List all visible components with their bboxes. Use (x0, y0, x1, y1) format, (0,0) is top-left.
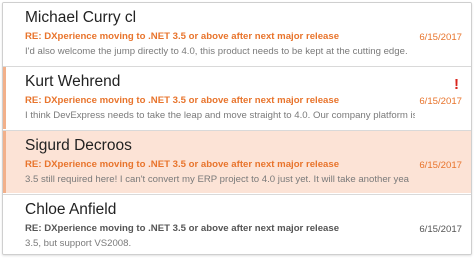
message-date: 6/15/2017 (419, 32, 462, 43)
message-date: 6/15/2017 (419, 96, 462, 107)
message-date: 6/15/2017 (419, 160, 462, 171)
message-row-kurt-wehrend[interactable]: Kurt Wehrend ! RE: DXperience moving to … (3, 67, 471, 129)
message-subject: RE: DXperience moving to .NET 3.5 or abo… (25, 159, 340, 170)
message-date: 6/15/2017 (419, 224, 462, 235)
message-row-chloe-anfield[interactable]: Chloe Anfield RE: DXperience moving to .… (3, 195, 471, 254)
message-subject: RE: DXperience moving to .NET 3.5 or abo… (25, 95, 340, 106)
sender-name: Michael Curry cl (25, 9, 137, 26)
message-preview: I think DevExpress needs to take the lea… (25, 110, 415, 121)
message-subject: RE: DXperience moving to .NET 3.5 or abo… (25, 223, 340, 234)
message-list: Michael Curry cl RE: DXperience moving t… (2, 2, 472, 255)
sender-name: Chloe Anfield (25, 201, 117, 218)
message-subject: RE: DXperience moving to .NET 3.5 or abo… (25, 31, 340, 42)
message-preview: 3.5, but support VS2008. (25, 238, 132, 249)
sender-name: Kurt Wehrend (25, 73, 121, 90)
message-row-sigurd-decroos[interactable]: Sigurd Decroos RE: DXperience moving to … (3, 131, 471, 193)
important-flag-icon: ! (454, 76, 459, 93)
message-preview: I'd also welcome the jump directly to 4.… (25, 46, 408, 57)
message-row-michael-curry[interactable]: Michael Curry cl RE: DXperience moving t… (3, 3, 471, 65)
message-preview: 3.5 still required here! I can't convert… (25, 174, 409, 185)
sender-name: Sigurd Decroos (25, 137, 132, 154)
